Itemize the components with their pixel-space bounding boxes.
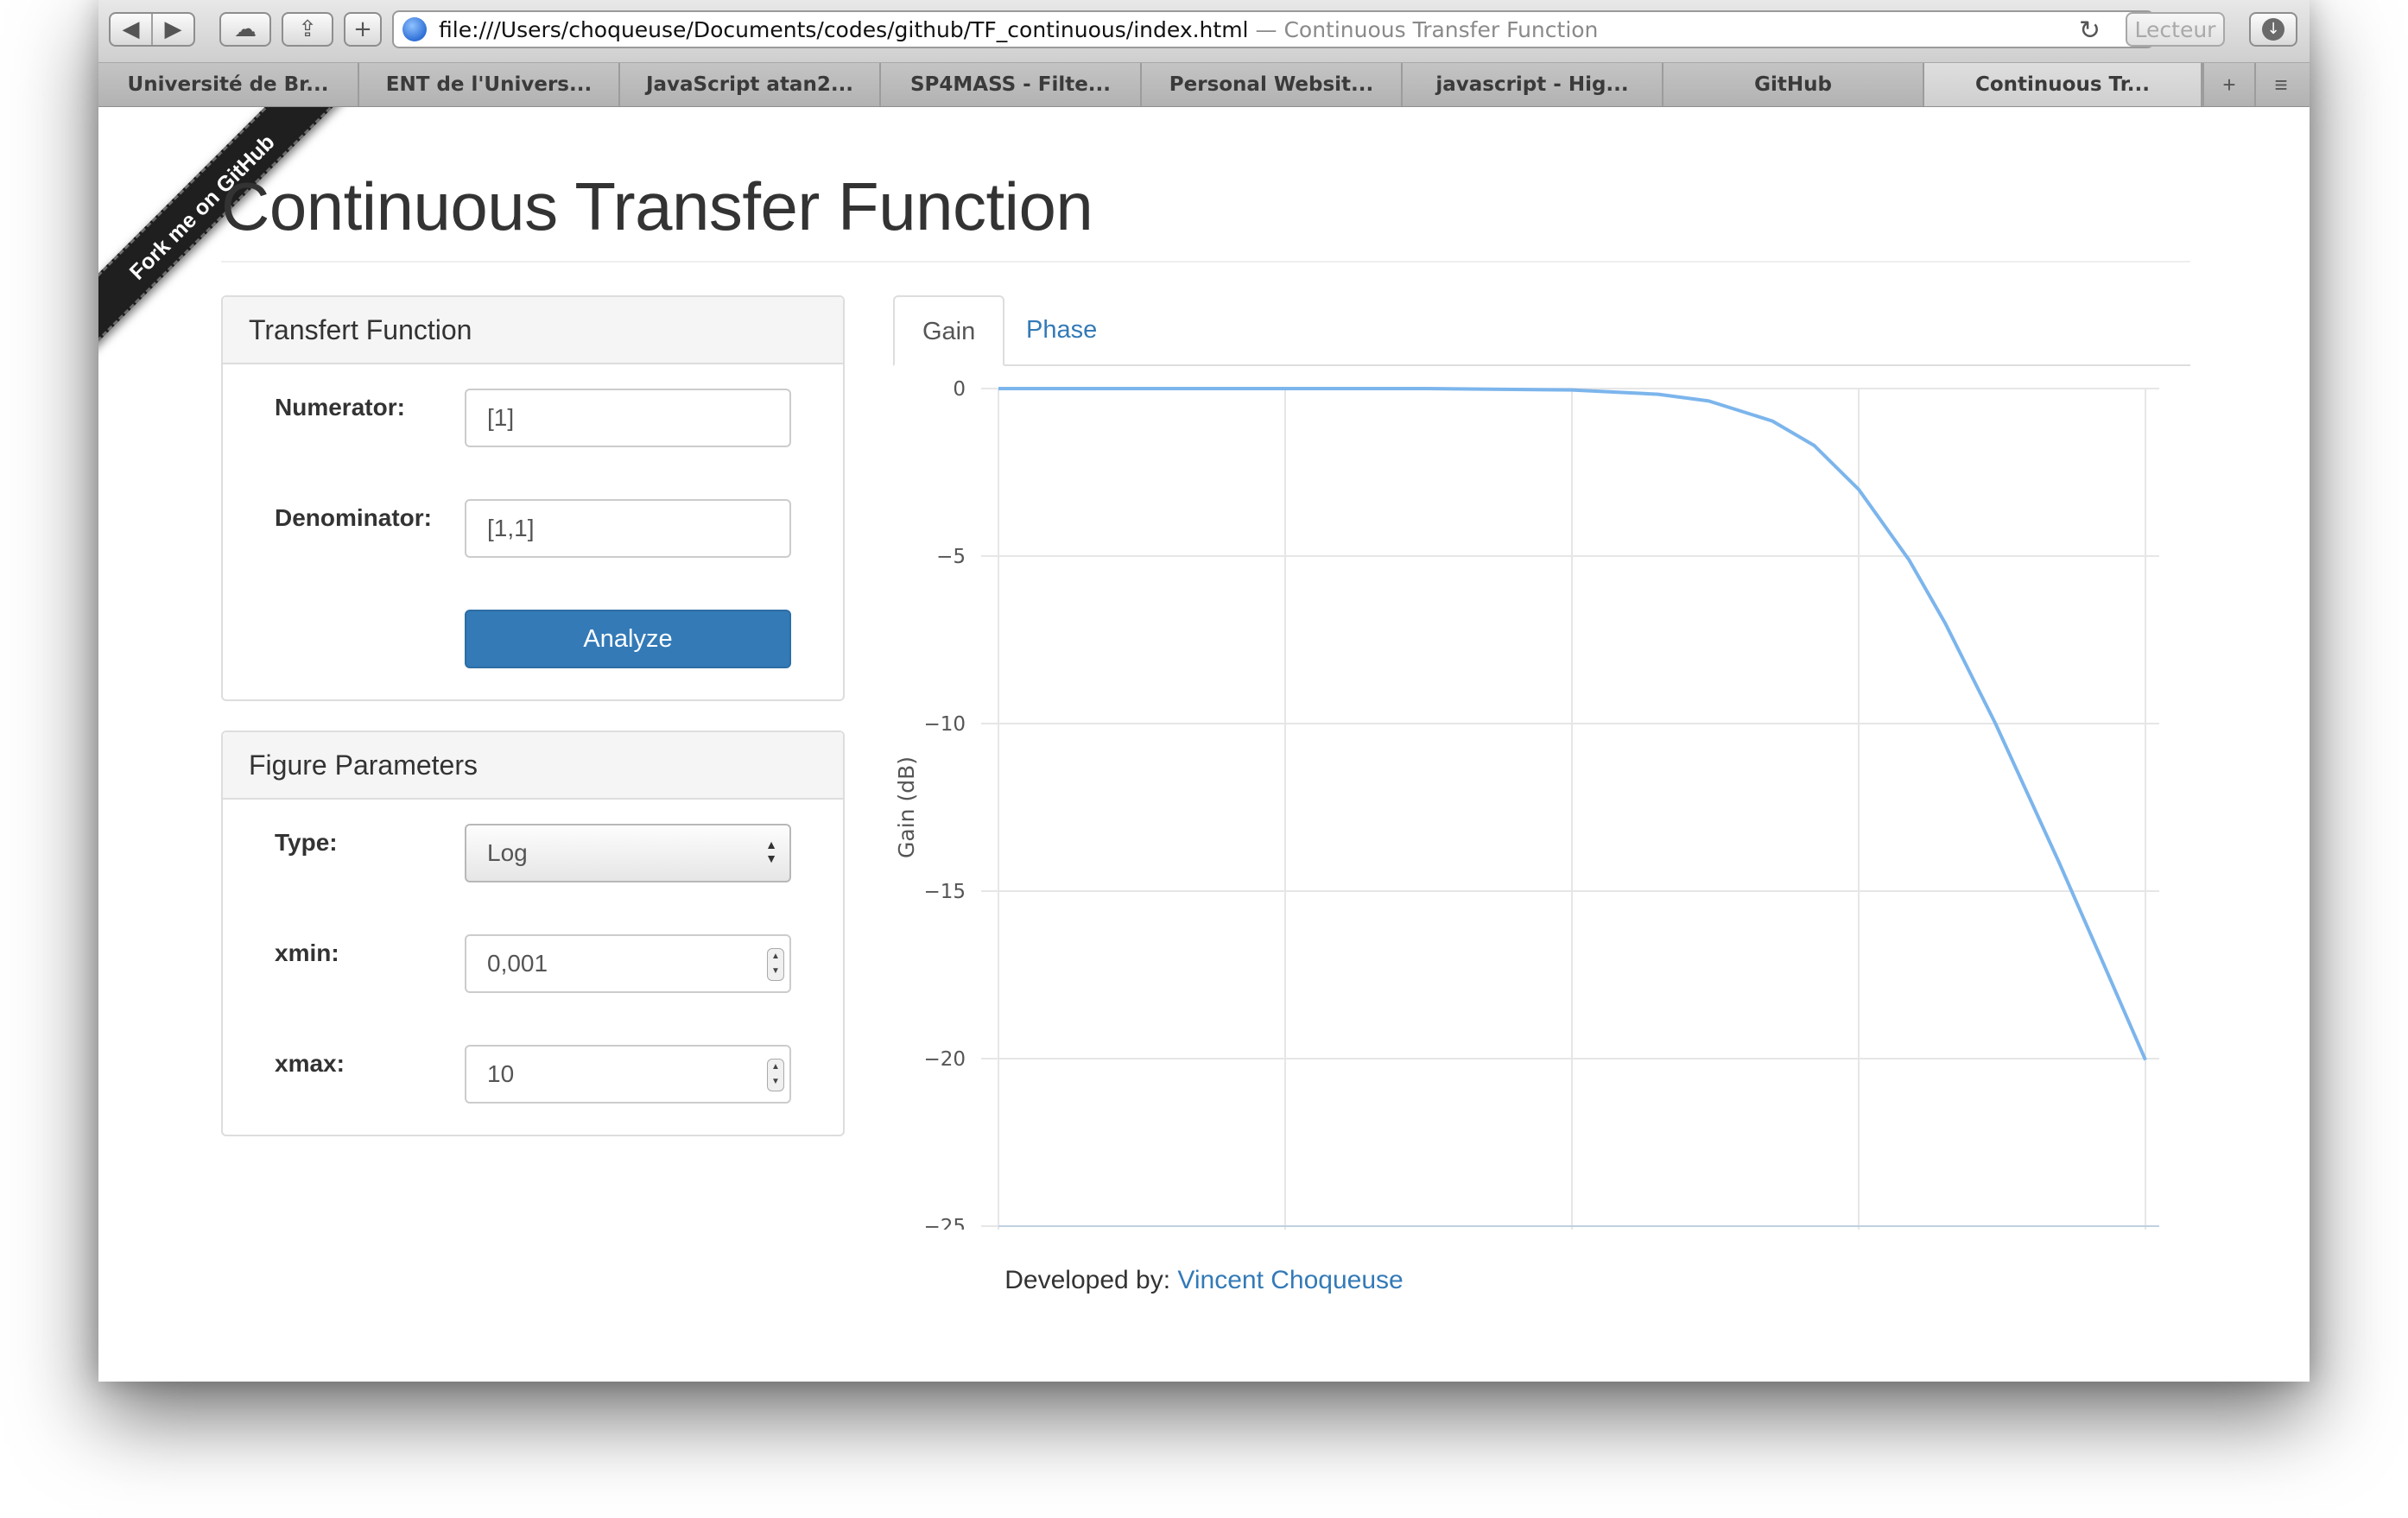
y-tick-label: 0 bbox=[953, 378, 966, 401]
xmin-input[interactable]: 0,001 ▲ ▼ bbox=[465, 934, 791, 993]
type-select[interactable]: Log ▲ ▼ bbox=[465, 824, 791, 882]
y-tick-label: −25 bbox=[923, 1216, 966, 1230]
download-arrow-icon: ↓ bbox=[2262, 18, 2284, 41]
browser-tab[interactable]: SP4MASS - Filte... bbox=[881, 63, 1142, 106]
chart-tabs: Gain Phase bbox=[893, 295, 2190, 366]
icloud-icon[interactable]: ☁ bbox=[219, 12, 271, 47]
xmax-label: xmax: bbox=[275, 1050, 345, 1077]
url-text[interactable]: file:///Users/choqueuse/Documents/codes/… bbox=[439, 17, 1249, 42]
downloads-button[interactable]: ↓ bbox=[2249, 12, 2297, 47]
type-label: Type: bbox=[275, 829, 338, 856]
browser-tab-active[interactable]: Continuous Tr... bbox=[1924, 63, 2202, 106]
browser-tab[interactable]: Université de Br... bbox=[98, 63, 359, 106]
numerator-label: Numerator: bbox=[275, 394, 405, 421]
y-axis-title: Gain (dB) bbox=[894, 756, 919, 858]
browser-toolbar: ◀ ▶ ☁ ⇪ + file:///Users/choqueuse/Docume… bbox=[98, 0, 2310, 63]
browser-tab[interactable]: javascript - Hig... bbox=[1403, 63, 1663, 106]
y-tick-label: −10 bbox=[923, 713, 966, 736]
transfer-function-panel: Transfert Function Numerator: [1] Denomi… bbox=[221, 295, 845, 701]
forward-arrow-icon[interactable]: ▶ bbox=[153, 16, 193, 42]
url-bar[interactable]: file:///Users/choqueuse/Documents/codes/… bbox=[392, 10, 2154, 48]
y-tick-label: −5 bbox=[936, 546, 966, 568]
page-title: Continuous Transfer Function bbox=[221, 168, 1093, 244]
tab-overview-icon[interactable]: ≡ bbox=[2254, 63, 2306, 106]
analyze-button[interactable]: Analyze bbox=[465, 610, 791, 668]
xmax-input[interactable]: 10 ▲ ▼ bbox=[465, 1045, 791, 1104]
globe-icon bbox=[402, 17, 427, 41]
type-select-value: Log bbox=[487, 839, 528, 866]
footer: Developed by: Vincent Choqueuse bbox=[98, 1266, 2310, 1295]
number-stepper-icon[interactable]: ▲ ▼ bbox=[767, 948, 784, 981]
browser-tab[interactable]: ENT de l'Univers... bbox=[359, 63, 620, 106]
add-tab-icon[interactable]: + bbox=[2202, 63, 2254, 106]
y-tick-label: −15 bbox=[923, 881, 966, 903]
back-forward-buttons[interactable]: ◀ ▶ bbox=[109, 12, 195, 47]
author-link[interactable]: Vincent Choqueuse bbox=[1177, 1266, 1403, 1294]
browser-tab[interactable]: GitHub bbox=[1663, 63, 1924, 106]
title-divider bbox=[221, 261, 2190, 262]
denominator-label: Denominator: bbox=[275, 504, 432, 531]
tab-phase[interactable]: Phase bbox=[998, 295, 1125, 366]
page-content: Fork me on GitHub Continuous Transfer Fu… bbox=[98, 107, 2310, 1382]
tab-gain[interactable]: Gain bbox=[893, 295, 1005, 366]
browser-window: ◀ ▶ ☁ ⇪ + file:///Users/choqueuse/Docume… bbox=[98, 0, 2310, 1382]
number-stepper-icon[interactable]: ▲ ▼ bbox=[767, 1059, 784, 1091]
browser-tab-bar: Université de Br... ENT de l'Univers... … bbox=[98, 63, 2310, 107]
back-arrow-icon[interactable]: ◀ bbox=[111, 16, 151, 42]
gain-chart: 0−5−10−15−20−250.0010.010.1110Angular Fr… bbox=[894, 378, 2159, 1230]
footer-prefix: Developed by: bbox=[1004, 1266, 1171, 1294]
panel-heading: Transfert Function bbox=[223, 297, 843, 364]
reload-icon[interactable]: ↻ bbox=[2079, 16, 2101, 46]
panel-heading: Figure Parameters bbox=[223, 732, 843, 800]
numerator-input[interactable]: [1] bbox=[465, 389, 791, 447]
url-page-title: — Continuous Transfer Function bbox=[1255, 16, 1599, 42]
new-tab-plus-icon[interactable]: + bbox=[344, 12, 382, 47]
xmax-value: 10 bbox=[487, 1060, 515, 1087]
y-tick-label: −20 bbox=[923, 1048, 966, 1071]
browser-tab[interactable]: JavaScript atan2... bbox=[620, 63, 881, 106]
figure-parameters-panel: Figure Parameters Type: Log ▲ ▼ xmin: 0,0… bbox=[221, 731, 845, 1136]
select-arrows-icon: ▲ ▼ bbox=[765, 838, 777, 865]
denominator-input[interactable]: [1,1] bbox=[465, 499, 791, 558]
xmin-label: xmin: bbox=[275, 939, 339, 966]
reader-button[interactable]: Lecteur bbox=[2126, 12, 2225, 47]
share-icon[interactable]: ⇪ bbox=[282, 12, 333, 47]
browser-tab[interactable]: Personal Websit... bbox=[1142, 63, 1403, 106]
xmin-value: 0,001 bbox=[487, 950, 548, 977]
